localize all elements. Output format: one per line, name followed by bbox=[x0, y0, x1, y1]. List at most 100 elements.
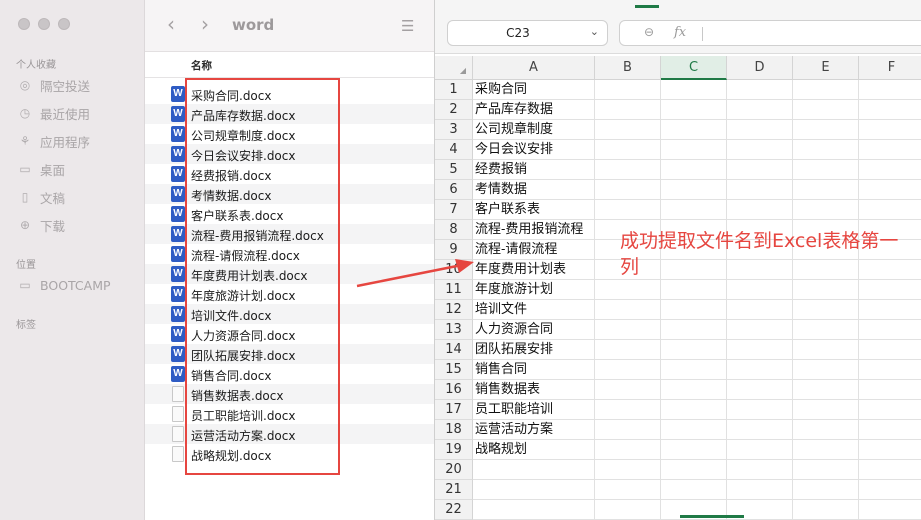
cell-a[interactable]: 采购合同 bbox=[475, 80, 527, 100]
word-document-icon: W bbox=[171, 86, 185, 102]
name-box[interactable]: C23 ⌄ bbox=[447, 20, 608, 46]
screen: 个人收藏 ◎ 隔空投送 ◷ 最近使用 ⚘ 应用程序 ▭ 桌面 ▯ 文稿 ⊕ 下载 位置 ▭ BOOTCA… bbox=[0, 0, 921, 520]
cell-a[interactable]: 销售数据表 bbox=[475, 380, 540, 400]
cell-a[interactable]: 流程-费用报销流程 bbox=[475, 220, 583, 240]
ribbon-tabs bbox=[435, 0, 921, 8]
cell-a[interactable]: 培训文件 bbox=[475, 300, 527, 320]
close-window-button[interactable] bbox=[18, 18, 30, 30]
column-header-c[interactable]: C bbox=[661, 56, 727, 80]
row-header[interactable]: 11 bbox=[435, 280, 473, 300]
cell-a[interactable]: 今日会议安排 bbox=[475, 140, 553, 160]
cell-a[interactable]: 客户联系表 bbox=[475, 200, 540, 220]
grid-column-line bbox=[792, 80, 793, 520]
chevron-down-icon[interactable]: ⌄ bbox=[590, 25, 599, 38]
row-header[interactable]: 10 bbox=[435, 260, 473, 280]
word-document-icon: W bbox=[171, 246, 185, 262]
word-document-icon: W bbox=[171, 206, 185, 222]
row-header[interactable]: 12 bbox=[435, 300, 473, 320]
cell-a[interactable]: 人力资源合同 bbox=[475, 320, 553, 340]
row-header[interactable]: 14 bbox=[435, 340, 473, 360]
row-header[interactable]: 18 bbox=[435, 420, 473, 440]
sidebar-item-label: 应用程序 bbox=[40, 134, 91, 150]
cell-a[interactable]: 流程-请假流程 bbox=[475, 240, 557, 260]
row-header[interactable]: 9 bbox=[435, 240, 473, 260]
blank-document-icon bbox=[172, 406, 184, 422]
sidebar-item-favorite[interactable]: ⚘ 应用程序 bbox=[18, 132, 90, 150]
back-chevron-icon[interactable]: ‹ bbox=[167, 14, 175, 34]
cell-a[interactable]: 产品库存数据 bbox=[475, 100, 553, 120]
finder-sidebar: 个人收藏 ◎ 隔空投送 ◷ 最近使用 ⚘ 应用程序 ▭ 桌面 ▯ 文稿 ⊕ 下载 位置 ▭ BOOTCA… bbox=[0, 0, 145, 520]
download-icon: ⊕ bbox=[19, 218, 31, 232]
sidebar-item-label: 文稿 bbox=[40, 190, 66, 206]
row-header[interactable]: 21 bbox=[435, 480, 473, 500]
select-all-corner[interactable]: ◢ bbox=[435, 56, 473, 80]
word-document-icon: W bbox=[171, 126, 185, 142]
formula-bar: C23 ⌄ ⊖ fx bbox=[435, 8, 921, 54]
row-header[interactable]: 7 bbox=[435, 200, 473, 220]
row-header[interactable]: 22 bbox=[435, 500, 473, 520]
clock-icon: ◷ bbox=[19, 106, 31, 120]
row-header[interactable]: 19 bbox=[435, 440, 473, 460]
minimize-window-button[interactable] bbox=[38, 18, 50, 30]
row-header[interactable]: 20 bbox=[435, 460, 473, 480]
function-icon[interactable]: fx bbox=[674, 25, 686, 40]
column-header-e[interactable]: E bbox=[793, 56, 859, 80]
cell-a[interactable]: 经费报销 bbox=[475, 160, 527, 180]
row-header[interactable]: 16 bbox=[435, 380, 473, 400]
annotation-text: 成功提取文件名到Excel表格第一列 bbox=[620, 230, 899, 278]
forward-chevron-icon[interactable]: › bbox=[201, 14, 209, 34]
finder-window: 个人收藏 ◎ 隔空投送 ◷ 最近使用 ⚘ 应用程序 ▭ 桌面 ▯ 文稿 ⊕ 下载 位置 ▭ BOOTCA… bbox=[0, 0, 434, 520]
name-column-header[interactable]: 名称 bbox=[145, 52, 434, 78]
row-header[interactable]: 4 bbox=[435, 140, 473, 160]
cell-a[interactable]: 团队拓展安排 bbox=[475, 340, 553, 360]
cell-a[interactable]: 员工职能培训 bbox=[475, 400, 553, 420]
row-header[interactable]: 13 bbox=[435, 320, 473, 340]
sidebar-item-favorite[interactable]: ⊕ 下载 bbox=[18, 216, 65, 234]
finder-toolbar: ‹ › word ☰ bbox=[145, 0, 434, 52]
grid-row-line bbox=[473, 459, 921, 460]
sidebar-section-tags: 标签 bbox=[16, 320, 36, 331]
cell-a[interactable]: 考情数据 bbox=[475, 180, 527, 200]
word-document-icon: W bbox=[171, 346, 185, 362]
window-title: word bbox=[232, 16, 275, 34]
cell-a[interactable]: 销售合同 bbox=[475, 360, 527, 380]
cell-a[interactable]: 公司规章制度 bbox=[475, 120, 553, 140]
row-header[interactable]: 5 bbox=[435, 160, 473, 180]
row-header[interactable]: 17 bbox=[435, 400, 473, 420]
zoom-icon[interactable]: ⊖ bbox=[644, 25, 654, 39]
formula-input[interactable]: ⊖ fx bbox=[619, 20, 921, 46]
row-header[interactable]: 6 bbox=[435, 180, 473, 200]
cell-a[interactable]: 运营活动方案 bbox=[475, 420, 553, 440]
sidebar-item-favorite[interactable]: ▯ 文稿 bbox=[18, 188, 65, 206]
sidebar-item-label: BOOTCAMP bbox=[40, 277, 111, 293]
sidebar-item-favorite[interactable]: ▭ 桌面 bbox=[18, 160, 65, 178]
row-header[interactable]: 1 bbox=[435, 80, 473, 100]
name-column-label: 名称 bbox=[191, 60, 212, 72]
list-view-icon[interactable]: ☰ bbox=[401, 17, 414, 35]
zoom-window-button[interactable] bbox=[58, 18, 70, 30]
row-header[interactable]: 2 bbox=[435, 100, 473, 120]
column-header-b[interactable]: B bbox=[595, 56, 661, 80]
disk-icon: ▭ bbox=[19, 278, 31, 292]
sidebar-item-location[interactable]: ▭ BOOTCAMP bbox=[18, 276, 111, 294]
word-document-icon: W bbox=[171, 306, 185, 322]
grid-column-line bbox=[726, 80, 727, 520]
row-header[interactable]: 3 bbox=[435, 120, 473, 140]
sidebar-item-label: 下载 bbox=[40, 218, 66, 234]
blank-document-icon bbox=[172, 446, 184, 462]
column-header-d[interactable]: D bbox=[727, 56, 793, 80]
cell-a[interactable]: 年度费用计划表 bbox=[475, 260, 566, 280]
sheet-tab-indicator bbox=[680, 515, 744, 518]
word-document-icon: W bbox=[171, 366, 185, 382]
cell-a[interactable]: 战略规划 bbox=[475, 440, 527, 460]
column-header-a[interactable]: A bbox=[473, 56, 595, 80]
grid-row-line bbox=[473, 499, 921, 500]
column-header-f[interactable]: F bbox=[859, 56, 921, 80]
sidebar-item-label: 桌面 bbox=[40, 162, 66, 178]
formula-divider bbox=[702, 27, 703, 41]
sidebar-item-favorite[interactable]: ◎ 隔空投送 bbox=[18, 76, 90, 94]
row-header[interactable]: 8 bbox=[435, 220, 473, 240]
sidebar-item-favorite[interactable]: ◷ 最近使用 bbox=[18, 104, 90, 122]
cell-a[interactable]: 年度旅游计划 bbox=[475, 280, 553, 300]
row-header[interactable]: 15 bbox=[435, 360, 473, 380]
